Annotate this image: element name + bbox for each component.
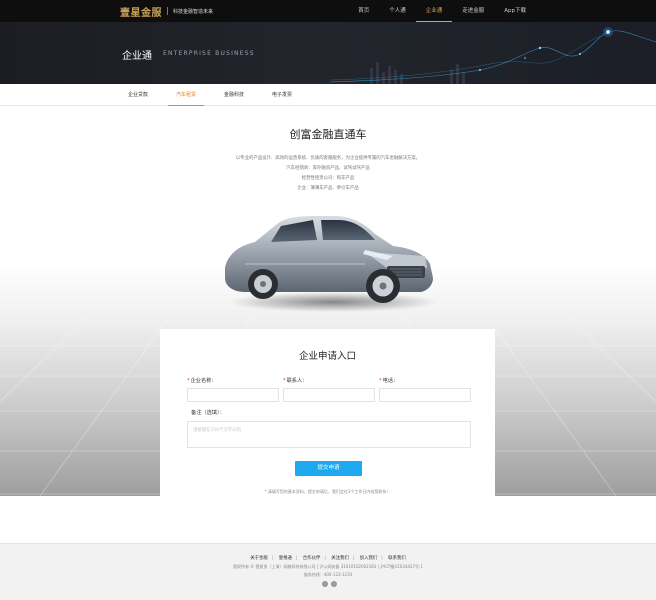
footer-link-contact[interactable]: 联系我们 [388,556,406,561]
remark-label: 备注（选填）： [191,410,225,416]
nav-item-enterprise[interactable]: 企业通 [415,0,453,22]
hero-line: 经营性租赁公司：购车产品 [301,176,355,181]
form-note: * 请填写您的基本资料，提交申请后，我们会在3个工作日内给您联系！ [264,489,391,494]
nav-item-personal[interactable]: 个人通 [379,0,416,22]
nav-item-home[interactable]: 首页 [348,0,379,22]
network-graphic [330,27,656,84]
brand-logo[interactable]: 壹星金服 科技金融智造未来 [120,4,214,19]
required-mark: * [187,378,190,384]
banner-title: 企业通 [122,51,152,62]
social-icons [322,581,337,587]
page-footer: 关于金服 | 壹根通 | 合作伙伴 | 关注我们 | 加入我们 | 联系我们 版权所有 ©… [0,543,656,600]
phone-input[interactable] [379,388,471,402]
submit-button[interactable]: 提交申请 [295,461,362,476]
wechat-icon[interactable] [331,581,337,587]
contact-person-input[interactable] [283,388,375,402]
subnav-item-car-leasing[interactable]: 汽车租赁 [168,84,205,106]
footer-links: 关于金服 | 壹根通 | 合作伙伴 | 关注我们 | 加入我们 | 联系我们 [250,556,406,561]
footer-link-join[interactable]: 加入我们 [360,556,378,561]
brand-name: 壹星金服 [120,7,162,19]
required-mark: * [379,378,382,384]
footer-link-about[interactable]: 关于金服 [250,556,268,561]
application-form: 企业申请入口 *企业名称： *联系人： *电话： 备注（选填）： 请留留在250… [160,329,495,521]
hero-title: 创富金融直通车 [289,128,367,141]
nav-item-about[interactable]: 走进金服 [452,0,494,22]
subnav-item-fintech[interactable]: 金融科技 [216,84,252,106]
hero-line: 以专业的产品设计、高效的运营系统、优质的客服服务，为企业提供专属的汽车金融解决方… [235,156,421,161]
brand-slogan: 科技金融智造未来 [173,8,214,15]
required-mark: * [283,378,286,384]
top-bar: 壹星金服 科技金融智造未来 首页 个人通 企业通 走进金服 App下载 [0,0,656,22]
nav-item-app[interactable]: App下载 [494,0,536,22]
footer-copyright: 版权所有 © 壹星贵（上海）网络科技有限公司 | 沪公网安备 310101020… [233,564,423,569]
banner-subtitle: ENTERPRISE BUSINESS [163,50,255,57]
footer-link-follow[interactable]: 关注我们 [331,556,349,561]
car-image [225,216,438,312]
company-name-input[interactable] [187,388,279,402]
footer-link-product[interactable]: 壹根通 [279,556,292,561]
hero-description: 以专业的产品设计、高效的运营系统、优质的客服服务，为企业提供专属的汽车金融解决方… [0,154,656,194]
main-nav: 首页 个人通 企业通 走进金服 App下载 [348,0,536,22]
remark-textarea[interactable]: 请留留在250个汉字以内 [187,421,471,448]
page-banner: 企业通 ENTERPRISE BUSINESS [0,22,656,84]
footer-phone: 服务热线：400-123-1234 [303,572,353,577]
footer-link-partners[interactable]: 合作伙伴 [303,556,321,561]
subnav-item-loans[interactable]: 企业贷款 [120,84,156,106]
sub-nav: 企业贷款 汽车租赁 金融科技 电子发票 [0,84,656,106]
contact-label: *联系人： [283,378,308,384]
hero-line: 汽车经销商：库存融资产品、试驾试驾产品 [286,166,370,171]
hero-line: 企业：薄薄车产品、牵引车产品 [297,186,359,191]
phone-label: *电话： [379,378,399,384]
remark-placeholder: 请留留在250个汉字以内 [193,428,241,433]
weibo-icon[interactable] [322,581,328,587]
company-label: *企业名称： [187,378,217,384]
form-title: 企业申请入口 [298,351,356,362]
logo-divider [167,7,168,15]
subnav-item-invoice[interactable]: 电子发票 [264,84,300,106]
